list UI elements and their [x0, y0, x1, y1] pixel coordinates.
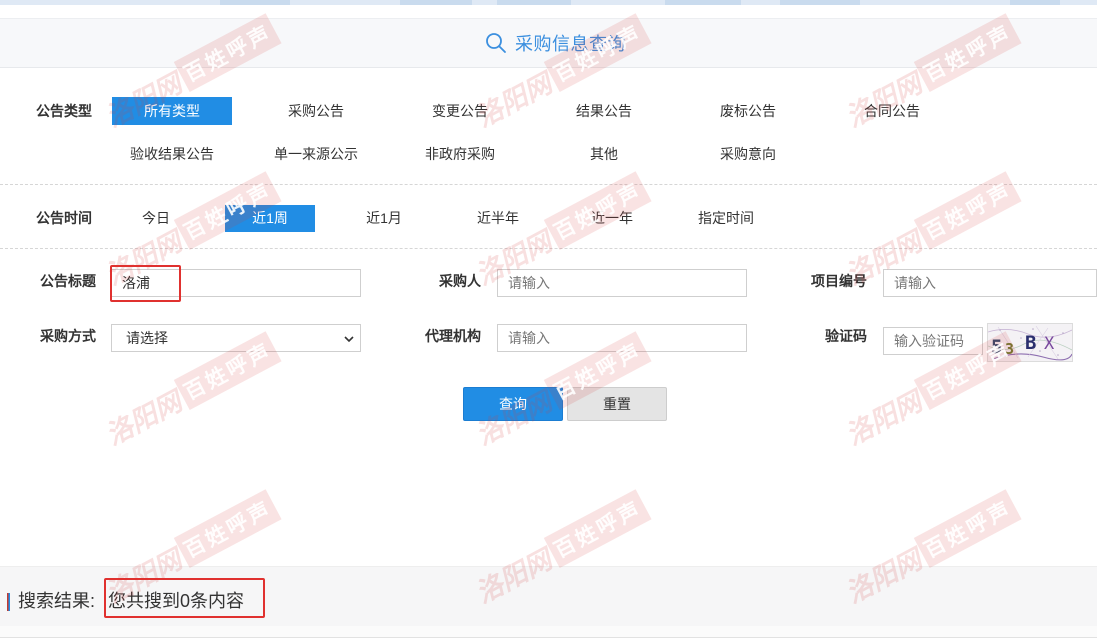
- page-header: 采购信息查询: [0, 18, 1097, 68]
- notice-title-label: 公告标题: [40, 273, 96, 289]
- search-icon: [485, 32, 507, 54]
- agency-label: 代理机构: [425, 328, 481, 344]
- notice-type-procurement-intent[interactable]: 采购意向: [688, 140, 808, 168]
- notice-type-other[interactable]: 其他: [544, 140, 664, 168]
- captcha-char: B: [1025, 332, 1036, 354]
- time-custom-range[interactable]: 指定时间: [681, 205, 771, 232]
- page-title: 采购信息查询: [515, 34, 626, 54]
- divider: [0, 637, 1097, 638]
- procurement-search-page: 采购信息查询 公告类型 所有类型 采购公告 变更公告 结果公告 废标公告 合同公…: [0, 0, 1097, 643]
- reset-button[interactable]: 重置: [567, 387, 667, 421]
- notice-type-single-source[interactable]: 单一来源公示: [256, 140, 376, 168]
- notice-type-void-bid[interactable]: 废标公告: [688, 97, 808, 125]
- time-last-half-year[interactable]: 近半年: [453, 205, 543, 232]
- nav-segment[interactable]: [780, 0, 860, 5]
- time-last-year[interactable]: 近一年: [567, 205, 657, 232]
- captcha-char: 5: [991, 336, 1002, 358]
- notice-type-result[interactable]: 结果公告: [544, 97, 664, 125]
- nav-segment[interactable]: [1010, 0, 1060, 5]
- notice-type-all[interactable]: 所有类型: [112, 97, 232, 125]
- time-last-week[interactable]: 近1周: [225, 205, 315, 232]
- notice-type-acceptance-result[interactable]: 验收结果公告: [112, 140, 232, 168]
- nav-segment[interactable]: [220, 0, 290, 5]
- nav-segment[interactable]: [665, 0, 741, 5]
- notice-type-options: 所有类型 采购公告 变更公告 结果公告 废标公告 合同公告 验收结果公告 单一来…: [112, 97, 976, 168]
- divider: [0, 248, 1097, 249]
- watermark-site-name: 洛阳网: [840, 385, 927, 452]
- time-last-month[interactable]: 近1月: [339, 205, 429, 232]
- notice-time-label: 公告时间: [36, 210, 92, 226]
- captcha-char: X: [1044, 334, 1055, 354]
- captcha-label: 验证码: [825, 328, 867, 344]
- divider: [0, 184, 1097, 185]
- section-marker: [7, 593, 10, 611]
- time-today[interactable]: 今日: [111, 205, 201, 232]
- search-results-label: 搜索结果:: [18, 591, 96, 611]
- nav-segment[interactable]: [400, 0, 472, 5]
- top-nav-strip: [0, 0, 1097, 5]
- notice-type-non-government[interactable]: 非政府采购: [400, 140, 520, 168]
- notice-title-input[interactable]: [111, 269, 361, 297]
- watermark-slogan: 百姓呼声: [173, 489, 282, 569]
- results-spacer: [0, 626, 1097, 637]
- captcha-image[interactable]: 5 3 B X: [987, 323, 1073, 362]
- procurement-method-select-wrap: 请选择: [111, 324, 361, 352]
- purchaser-input[interactable]: [497, 269, 747, 297]
- notice-type-change[interactable]: 变更公告: [400, 97, 520, 125]
- notice-type-contract[interactable]: 合同公告: [832, 97, 952, 125]
- project-number-input[interactable]: [883, 269, 1097, 297]
- captcha-char: 3: [1005, 340, 1014, 358]
- project-number-label: 项目编号: [811, 273, 867, 289]
- agency-input[interactable]: [497, 324, 747, 352]
- query-button[interactable]: 查询: [463, 387, 563, 421]
- notice-time-options: 今日 近1周 近1月 近半年 近一年 指定时间: [111, 205, 771, 232]
- notice-type-label: 公告类型: [36, 103, 92, 119]
- watermark-site-name: 洛阳网: [100, 385, 187, 452]
- search-results-summary: 您共搜到0条内容: [108, 591, 245, 611]
- purchaser-label: 采购人: [439, 273, 481, 289]
- watermark-slogan: 百姓呼声: [913, 489, 1022, 569]
- procurement-method-label: 采购方式: [40, 328, 96, 344]
- nav-segment[interactable]: [497, 0, 571, 5]
- procurement-method-select[interactable]: 请选择: [111, 324, 361, 352]
- captcha-input[interactable]: [883, 327, 983, 355]
- watermark-slogan: 百姓呼声: [543, 489, 652, 569]
- notice-type-procurement[interactable]: 采购公告: [256, 97, 376, 125]
